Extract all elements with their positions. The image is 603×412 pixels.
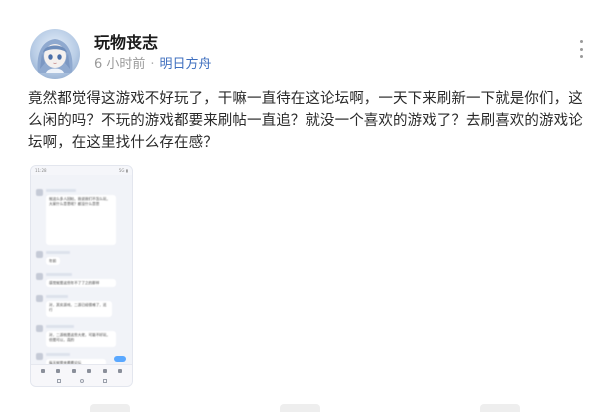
chat-avatar bbox=[36, 353, 43, 360]
chat-username bbox=[46, 325, 74, 328]
chat-avatar bbox=[36, 325, 43, 332]
action-button-hint[interactable] bbox=[280, 404, 320, 412]
emoji-icon bbox=[102, 368, 107, 373]
nav-back-icon bbox=[102, 379, 107, 383]
screenshot-status-bar: 11:28 5G ▮ bbox=[31, 166, 132, 175]
meta-separator: · bbox=[150, 57, 155, 72]
chat-username bbox=[46, 295, 68, 298]
nav-home-icon bbox=[79, 379, 84, 383]
send-button bbox=[114, 356, 126, 362]
chat-bubble-text: 感觉就是这些年不了了之的那样 bbox=[49, 281, 100, 285]
anime-girl-avatar-icon bbox=[37, 39, 73, 73]
more-vertical-icon[interactable] bbox=[574, 40, 588, 58]
chat-bubble: 感觉就是这些年不了了之的那样 bbox=[46, 279, 116, 287]
chat-bubble-text: 就这么多人回帖，我说我们不怎么玩，大家什么意思呢？都没什么意思 bbox=[49, 197, 111, 206]
chat-avatar bbox=[36, 251, 43, 258]
folder-icon bbox=[87, 368, 92, 373]
chat-bubble-text: 对，其实游戏，二游已经很难了，还行 bbox=[49, 303, 107, 312]
chat-avatar bbox=[36, 273, 43, 280]
attached-screenshot[interactable]: 11:28 5G ▮ 就这么多人回帖，我说我们不怎么玩，大家什么意思呢？都没什么… bbox=[30, 165, 133, 387]
screenshot-status-right: 5G ▮ bbox=[118, 168, 128, 173]
chat-username bbox=[46, 251, 70, 254]
screenshot-status-time: 11:28 bbox=[35, 168, 47, 173]
post-content: 竟然都觉得这游戏不好玩了，干嘛一直待在这论坛啊，一天下来刷新一下就是你们，这么闲… bbox=[28, 91, 583, 151]
image-icon bbox=[56, 368, 61, 373]
forum-post: 玩物丧志 6 小时前 · 明日方舟 竟然都觉得这游戏不好玩了，干嘛一直待在这论坛啊，… bbox=[0, 0, 603, 412]
chat-avatar bbox=[36, 189, 43, 196]
action-button-hint[interactable] bbox=[90, 404, 130, 412]
nav-menu-icon bbox=[56, 379, 61, 383]
chat-bubble: 对，二游就是这些大佬，可能不好玩，但是可以，真的 bbox=[46, 331, 116, 347]
post-meta: 6 小时前 · 明日方舟 bbox=[94, 56, 212, 74]
camera-icon bbox=[71, 368, 76, 373]
plus-icon bbox=[118, 368, 123, 373]
chat-username bbox=[46, 353, 70, 356]
action-button-hint[interactable] bbox=[480, 404, 520, 412]
chat-bubble: 就这么多人回帖，我说我们不怎么玩，大家什么意思呢？都没什么意思 bbox=[46, 195, 116, 245]
voice-icon bbox=[40, 368, 45, 373]
screenshot-input-bar bbox=[31, 364, 132, 376]
chat-bubble: 年前 bbox=[46, 257, 60, 265]
post-time: 6 小时前 bbox=[94, 57, 146, 72]
chat-bubble: 对，其实游戏，二游已经很难了，还行 bbox=[46, 301, 112, 317]
chat-bubble-text: 对，二游就是这些大佬，可能不好玩，但是可以，真的 bbox=[49, 333, 111, 342]
chat-bubble-text: 年前 bbox=[49, 259, 57, 263]
board-link[interactable]: 明日方舟 bbox=[160, 57, 212, 72]
author-name[interactable]: 玩物丧志 bbox=[94, 33, 158, 53]
chat-avatar bbox=[36, 295, 43, 302]
chat-username bbox=[46, 273, 72, 276]
author-avatar[interactable] bbox=[30, 29, 80, 79]
screenshot-nav-bar bbox=[31, 376, 132, 386]
chat-username bbox=[46, 189, 76, 192]
